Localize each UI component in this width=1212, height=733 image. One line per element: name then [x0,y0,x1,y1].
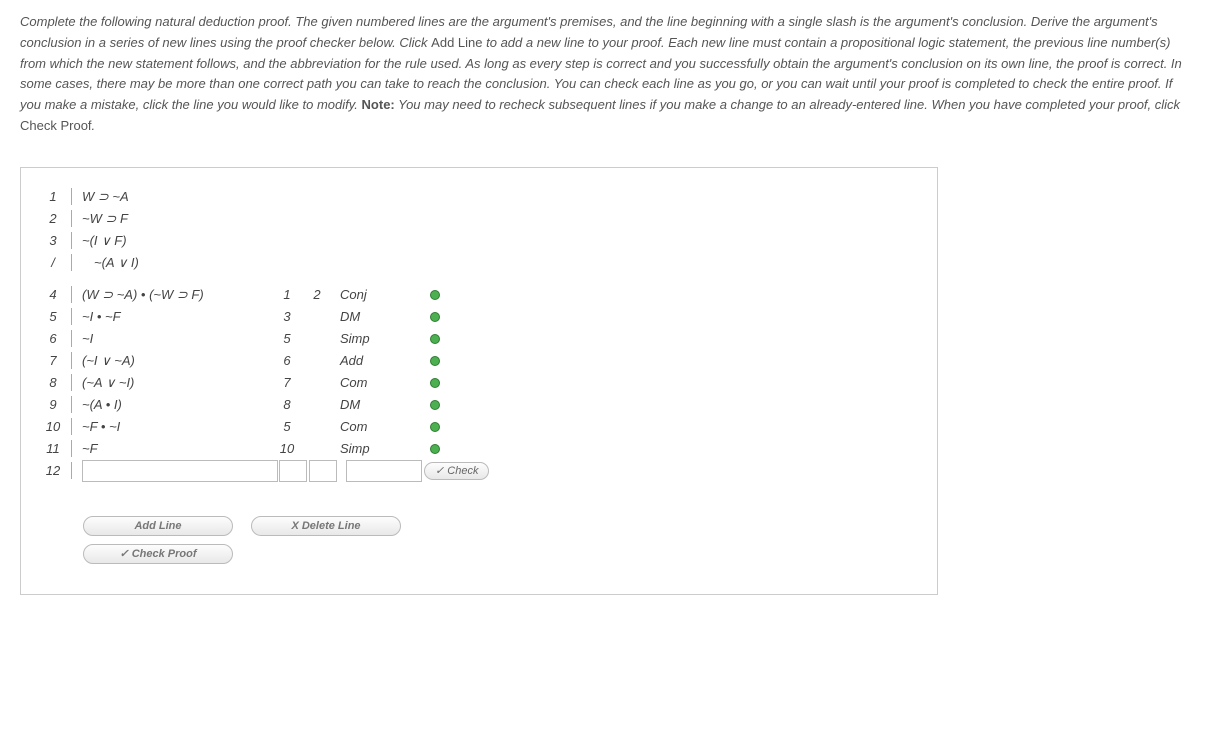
line-number: 1 [39,188,72,205]
line-number: 3 [39,232,72,249]
derived-statement: ~F • ~I [72,419,272,434]
derived-statement: (~I ∨ ~A) [72,353,272,369]
line-number: 2 [39,210,72,227]
rule-input[interactable] [346,460,422,482]
status-ok-icon [430,356,440,366]
premises-block: 1 W ⊃ ~A 2 ~W ⊃ F 3 ~(I ∨ F) / ~(A ∨ I) [39,186,919,274]
conclusion-statement: ~(A ∨ I) [72,255,284,271]
derived-row[interactable]: 7(~I ∨ ~A)6 Add [39,350,919,372]
line-number: 8 [39,374,72,391]
status-ok-icon [430,334,440,344]
add-line-button[interactable]: Add Line [83,516,233,536]
status-ok-icon [430,290,440,300]
derived-row[interactable]: 5~I • ~F3 DM [39,306,919,328]
derived-row[interactable]: 6~I5 Simp [39,328,919,350]
derived-row[interactable]: 10~F • ~I5 Com [39,416,919,438]
derived-statement: ~F [72,441,272,456]
ref1: 7 [272,375,302,390]
line-number: 5 [39,308,72,325]
derived-row[interactable]: 4(W ⊃ ~A) • (~W ⊃ F)12Conj [39,284,919,306]
derived-row[interactable]: 9~(A • I)8 DM [39,394,919,416]
ref1: 3 [272,309,302,324]
conclusion-row[interactable]: / ~(A ∨ I) [39,252,919,274]
line-number: 7 [39,352,72,369]
ref1: 5 [272,331,302,346]
line-number: / [39,254,72,271]
derived-statement: ~I [72,331,272,346]
rule-name: Com [332,419,410,434]
ref2-input[interactable] [309,460,337,482]
rule-name: Simp [332,441,410,456]
status-ok-icon [430,312,440,322]
line-number: 11 [39,440,72,457]
check-proof-button[interactable]: ✓ Check Proof [83,544,233,564]
rule-name: Add [332,353,410,368]
rule-name: DM [332,309,410,324]
line-number: 4 [39,286,72,303]
premise-statement: ~W ⊃ F [72,211,272,227]
derived-row[interactable]: 8(~A ∨ ~I)7 Com [39,372,919,394]
derived-statement: (W ⊃ ~A) • (~W ⊃ F) [72,287,272,303]
status-ok-icon [430,422,440,432]
line-number: 9 [39,396,72,413]
ref1: 1 [272,287,302,302]
ref2: 2 [302,287,332,302]
rule-name: DM [332,397,410,412]
derived-row[interactable]: 11~F10 Simp [39,438,919,460]
rule-name: Simp [332,331,410,346]
premise-row[interactable]: 2 ~W ⊃ F [39,208,919,230]
delete-line-button[interactable]: X Delete Line [251,516,401,536]
ref1: 10 [272,441,302,456]
ref1: 6 [272,353,302,368]
ref1: 5 [272,419,302,434]
instructions-text: Complete the following natural deduction… [20,12,1192,137]
check-line-button[interactable]: ✓ Check [424,462,489,480]
derived-statement: ~I • ~F [72,309,272,324]
line-number: 6 [39,330,72,347]
rule-name: Conj [332,287,410,302]
premise-statement: W ⊃ ~A [72,189,272,205]
status-ok-icon [430,444,440,454]
ref1: 8 [272,397,302,412]
premise-statement: ~(I ∨ F) [72,233,272,249]
derived-statement: ~(A • I) [72,397,272,412]
proof-checker-panel: 1 W ⊃ ~A 2 ~W ⊃ F 3 ~(I ∨ F) / ~(A ∨ I) … [20,167,938,595]
ref1-input[interactable] [279,460,307,482]
premise-row[interactable]: 3 ~(I ∨ F) [39,230,919,252]
status-ok-icon [430,378,440,388]
input-row[interactable]: 12 ✓ Check [39,460,919,482]
line-number: 10 [39,418,72,435]
statement-input[interactable] [82,460,278,482]
rule-name: Com [332,375,410,390]
premise-row[interactable]: 1 W ⊃ ~A [39,186,919,208]
derived-statement: (~A ∨ ~I) [72,375,272,391]
line-number: 12 [39,462,72,479]
status-ok-icon [430,400,440,410]
